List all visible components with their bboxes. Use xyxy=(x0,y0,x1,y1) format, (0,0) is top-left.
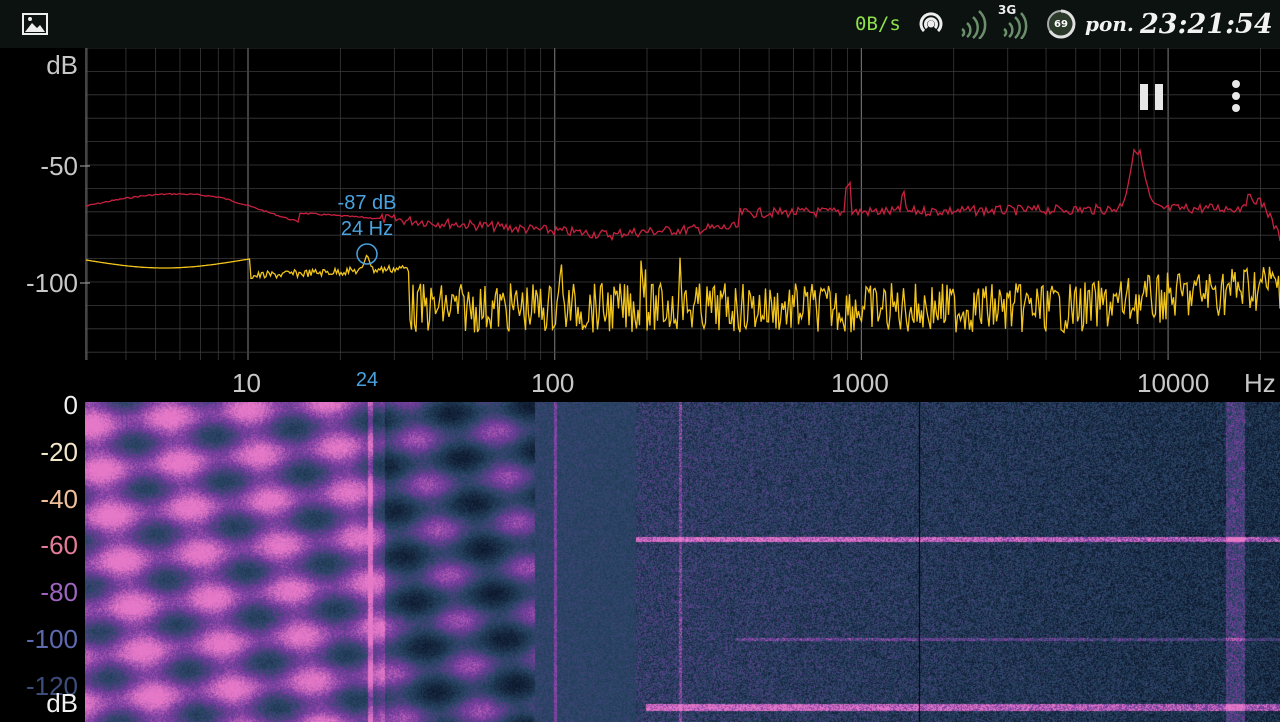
spectrogram-scale-label: -60 xyxy=(40,530,78,560)
cursor-marker xyxy=(356,243,378,265)
y-unit-label: dB xyxy=(46,50,78,80)
spectrogram-scale-label: 0 xyxy=(63,390,78,420)
y-tick-label: -50 xyxy=(40,151,78,181)
spectrum-plot[interactable] xyxy=(0,48,1280,400)
status-bar: 0B/s 3G 69 pon. 23:21:54 xyxy=(0,0,1280,48)
x-unit-label: Hz xyxy=(1244,368,1276,398)
y-tick-label: -100 xyxy=(25,268,78,298)
signal-3g-icon xyxy=(998,0,1030,48)
hotspot-icon xyxy=(916,0,946,48)
network-speed: 0B/s xyxy=(855,13,901,35)
live-trace xyxy=(85,254,1280,334)
status-day: pon. xyxy=(1085,12,1134,36)
spectrogram-unit-label: dB xyxy=(46,688,78,718)
status-time: 23:21:54 xyxy=(1140,8,1273,40)
battery-level: 69 xyxy=(1054,18,1068,30)
signal-icon xyxy=(958,0,988,48)
spectrogram-panel[interactable]: 0 -20 -40 -60 -80 -100 -120 dB xyxy=(0,390,1280,722)
x-tick-label: 10 xyxy=(232,368,261,398)
cursor-freq-readout: 24 Hz xyxy=(340,218,394,240)
more-vert-icon xyxy=(1232,80,1240,112)
x-tick-label: 1000 xyxy=(831,368,889,398)
spectrogram-scale-label: -40 xyxy=(40,484,78,514)
x-tick-label: 100 xyxy=(531,368,575,398)
cursor-db-readout: -87 dB xyxy=(337,192,397,214)
overflow-menu-button[interactable] xyxy=(1222,76,1250,120)
peak-hold-trace xyxy=(85,148,1280,242)
pause-icon xyxy=(1140,84,1163,110)
spectrogram-scale-label: -80 xyxy=(40,577,78,607)
image-icon xyxy=(22,0,48,48)
cursor-axis-label: 24 xyxy=(355,369,379,391)
spectrogram-scale-label: -100 xyxy=(25,624,78,654)
pause-button[interactable] xyxy=(1136,76,1168,120)
spectrum-panel[interactable]: dB -50 -100 10 100 1000 10000 Hz -87 dB … xyxy=(0,48,1280,400)
spectrogram-image[interactable] xyxy=(85,402,1280,722)
x-tick-label: 10000 xyxy=(1137,368,1210,398)
spectrogram-scale-label: -20 xyxy=(40,437,78,467)
